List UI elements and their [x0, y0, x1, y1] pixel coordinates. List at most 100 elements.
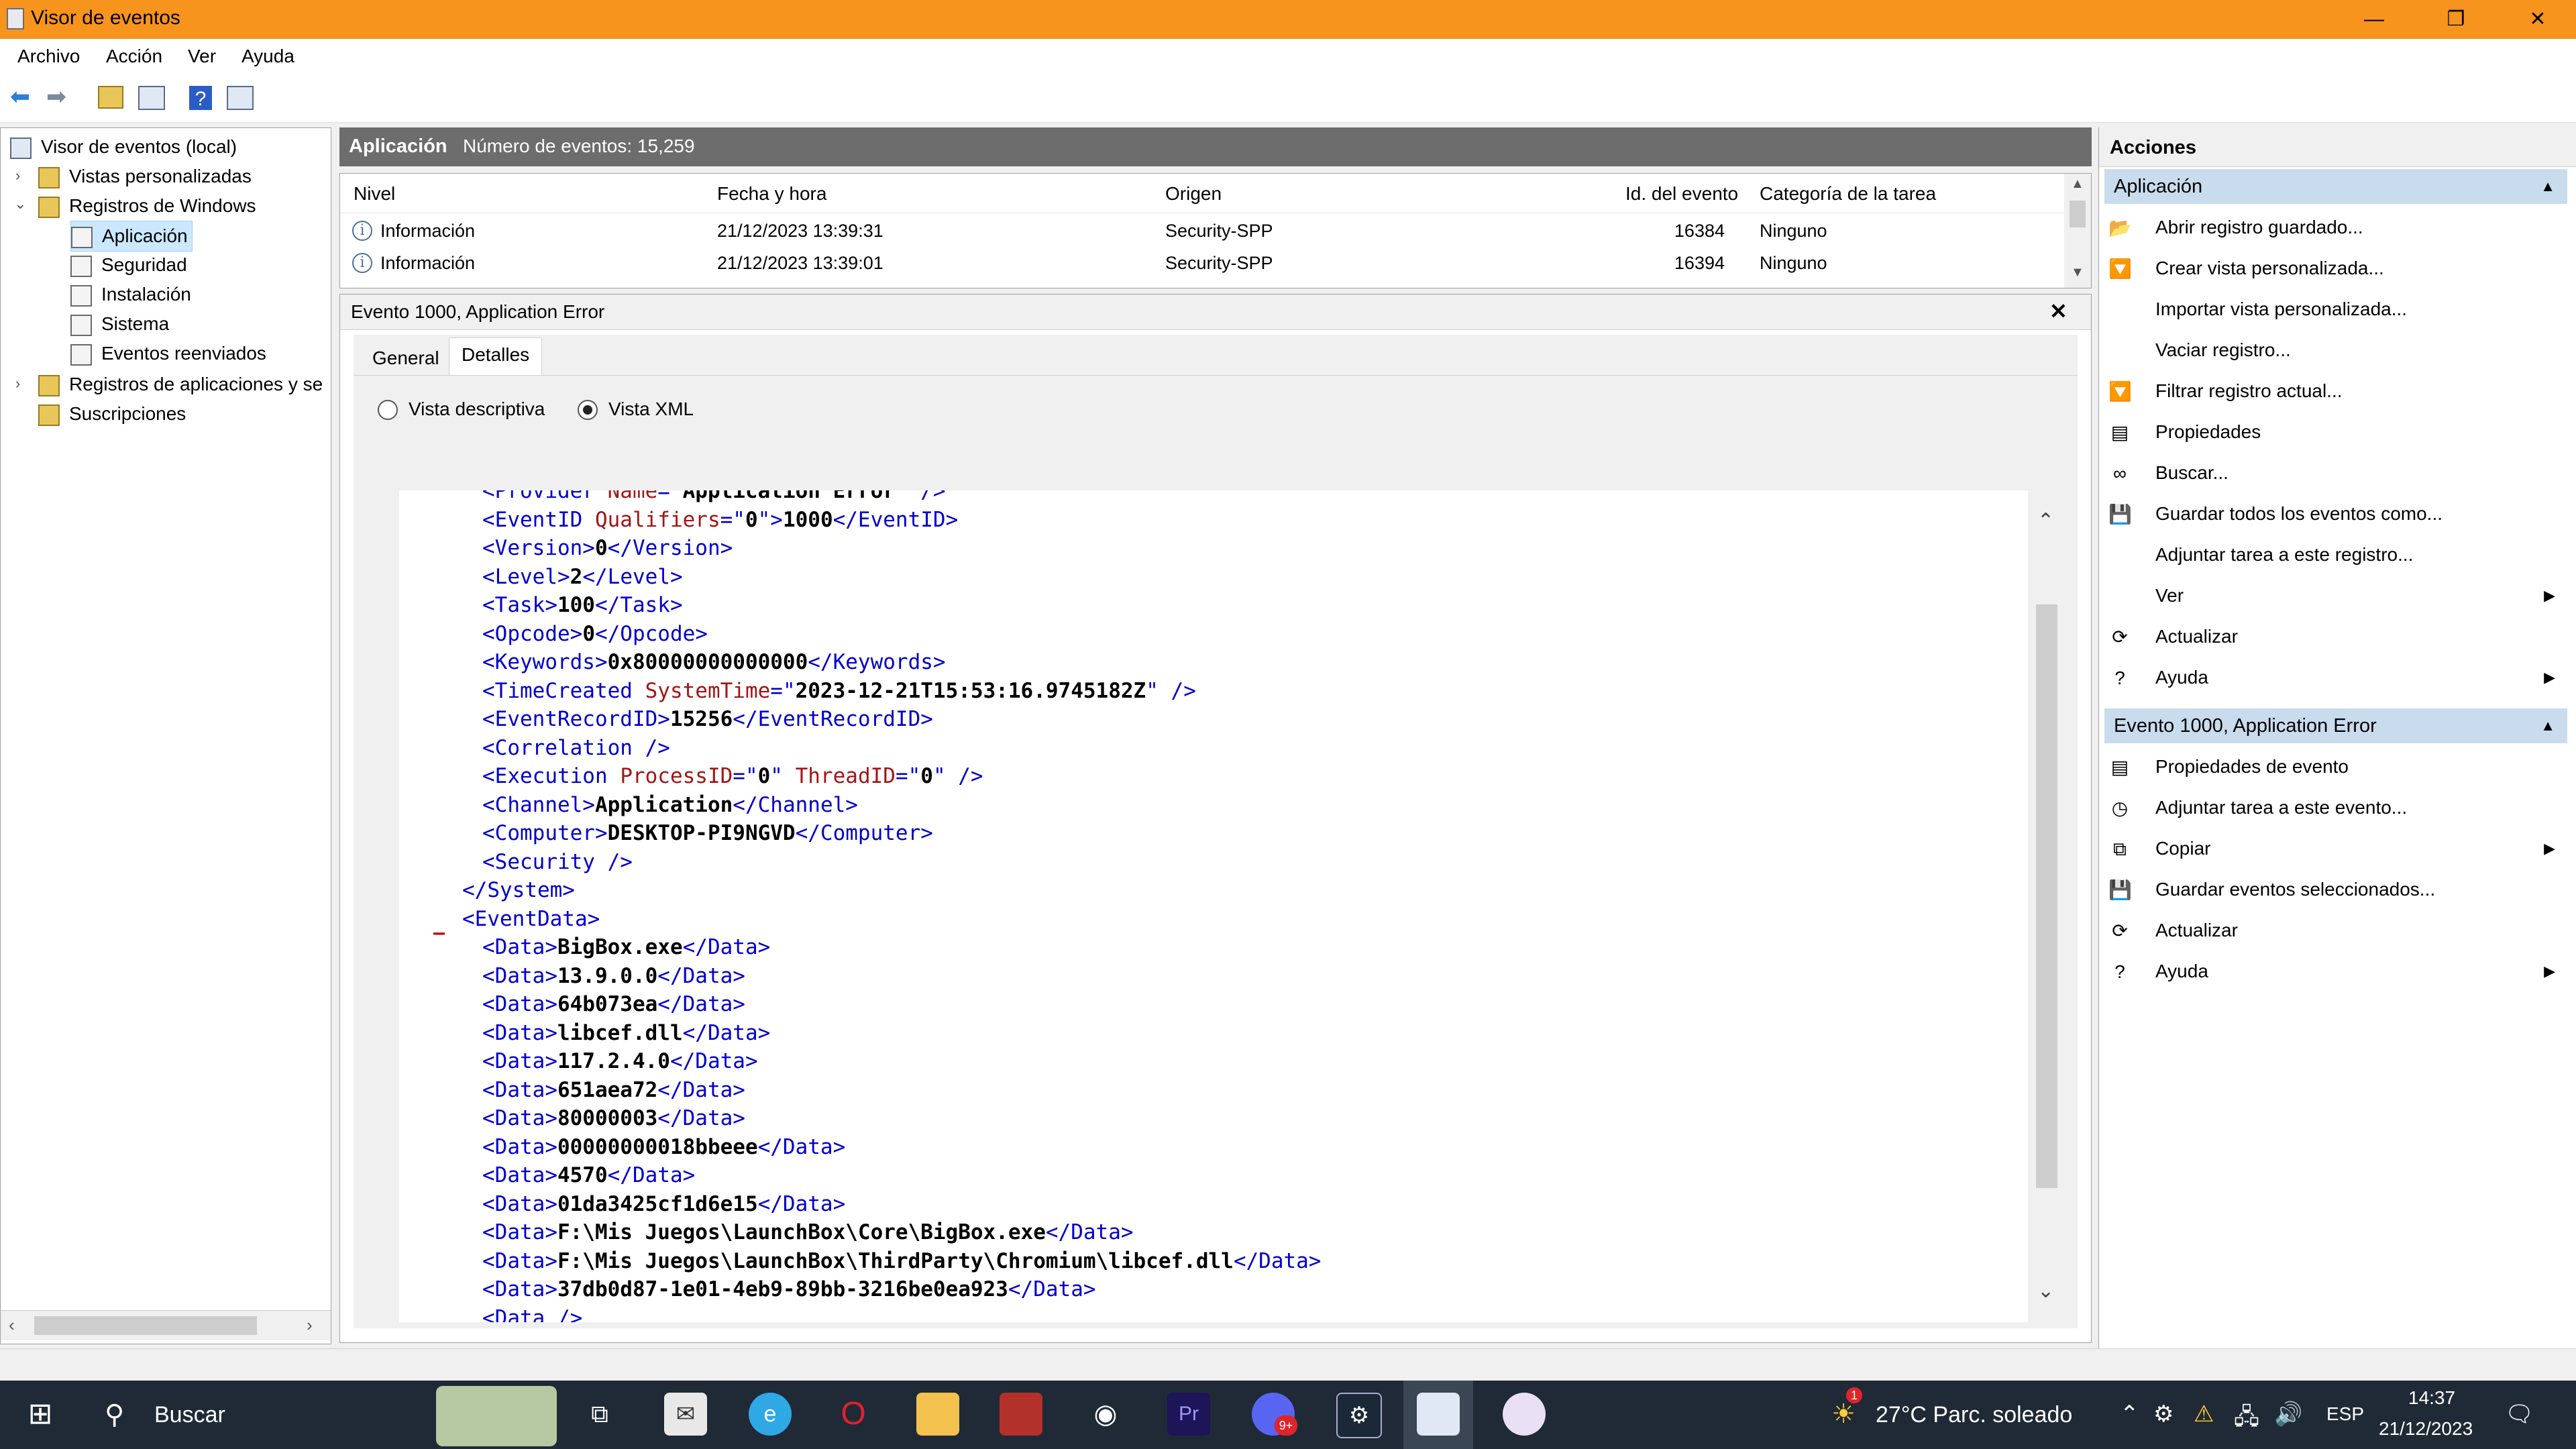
forward-arrow-icon[interactable]: ➡: [43, 83, 70, 110]
language-indicator[interactable]: ESP: [2326, 1403, 2364, 1425]
action-item[interactable]: Importar vista personalizada...: [2099, 290, 2569, 329]
back-arrow-icon[interactable]: ⬅: [7, 83, 34, 110]
table-row[interactable]: i Información 21/12/2023 13:39:01 Securi…: [340, 248, 2064, 280]
action-item[interactable]: 📂 Abrir registro guardado...: [2099, 208, 2569, 247]
clock-time[interactable]: 14:37: [2408, 1387, 2455, 1409]
clock-date[interactable]: 21/12/2023: [2379, 1418, 2473, 1440]
column-header-origen[interactable]: Origen: [1165, 183, 1222, 205]
chevron-right-icon[interactable]: ›: [15, 167, 20, 184]
search-box[interactable]: ⚲ Buscar: [87, 1381, 557, 1449]
chevron-up-icon[interactable]: ⌃: [2037, 509, 2054, 533]
task-view-icon[interactable]: ⧉: [578, 1393, 621, 1436]
action-item[interactable]: Vaciar registro...: [2099, 331, 2569, 370]
action-item[interactable]: Ver ▶: [2099, 576, 2569, 615]
action-item[interactable]: 💾 Guardar eventos seleccionados...: [2099, 870, 2569, 909]
show-hide-console-tree-icon[interactable]: [138, 86, 165, 110]
action-item[interactable]: ⟳ Actualizar: [2099, 911, 2569, 950]
action-item[interactable]: ◷ Adjuntar tarea a este evento...: [2099, 788, 2569, 827]
network-icon[interactable]: 🖧: [2234, 1401, 2259, 1439]
action-item[interactable]: 💾 Guardar todos los eventos como...: [2099, 494, 2569, 533]
close-button[interactable]: ✕: [2501, 0, 2575, 39]
scroll-right-icon[interactable]: ›: [307, 1315, 313, 1336]
actions-section-aplicacion[interactable]: Aplicación ▲: [2104, 169, 2567, 204]
tree-item-app-logs[interactable]: Registros de aplicaciones y se: [38, 370, 323, 399]
weather-text[interactable]: 27°C Parc. soleado: [1876, 1402, 2072, 1428]
collapse-toggle[interactable]: –: [433, 920, 445, 946]
opera-icon[interactable]: O: [832, 1393, 875, 1436]
action-item[interactable]: 🔽 Filtrar registro actual...: [2099, 372, 2569, 411]
action-item[interactable]: ⧉ Copiar ▶: [2099, 829, 2569, 868]
tree-item-eventos-reenviados[interactable]: Eventos reenviados: [70, 339, 266, 368]
scrollbar-thumb[interactable]: [2036, 604, 2057, 1188]
paint-icon[interactable]: [1503, 1393, 1546, 1436]
scrollbar-thumb[interactable]: [2070, 201, 2086, 227]
radio-vista-descriptiva[interactable]: [378, 400, 398, 420]
tree-item-sistema[interactable]: Sistema: [70, 309, 169, 339]
tree-item-custom-views[interactable]: Vistas personalizadas: [38, 162, 252, 191]
scroll-down-icon[interactable]: ▼: [2071, 265, 2084, 280]
xml-vertical-scrollbar[interactable]: ⌃ ⌄: [2028, 490, 2065, 1322]
action-item[interactable]: ⟳ Actualizar: [2099, 617, 2569, 656]
action-item[interactable]: Adjuntar tarea a este registro...: [2099, 535, 2569, 574]
column-header-nivel[interactable]: Nivel: [354, 183, 395, 205]
chevron-right-icon[interactable]: ›: [15, 375, 20, 392]
winrar-icon[interactable]: [1000, 1393, 1042, 1436]
chevron-down-icon[interactable]: ⌄: [14, 195, 26, 213]
action-item[interactable]: ? Ayuda ▶: [2099, 658, 2569, 697]
tray-warning-icon[interactable]: ⚠: [2194, 1401, 2214, 1428]
table-vertical-scrollbar[interactable]: ▲ ▼: [2064, 174, 2091, 288]
tree-item-aplicacion[interactable]: Aplicación: [70, 221, 193, 252]
column-header-fecha[interactable]: Fecha y hora: [717, 183, 826, 205]
tab-general[interactable]: General: [360, 341, 451, 375]
edge-icon[interactable]: e: [749, 1393, 792, 1436]
action-item[interactable]: 🔽 Crear vista personalizada...: [2099, 249, 2569, 288]
action-item[interactable]: ▤ Propiedades de evento: [2099, 747, 2569, 786]
action-item[interactable]: ? Ayuda ▶: [2099, 952, 2569, 991]
tree-item-subscriptions[interactable]: Suscripciones: [38, 399, 186, 429]
menu-accion[interactable]: Acción: [106, 46, 162, 67]
xml-view[interactable]: – <Provider Name="Application Error" /> <…: [399, 490, 2029, 1322]
tree-root[interactable]: Visor de eventos (local): [10, 132, 237, 162]
steam-icon[interactable]: ⚙: [1336, 1393, 1382, 1438]
radio-label-xml[interactable]: Vista XML: [608, 398, 694, 420]
table-row[interactable]: i Información 21/12/2023 13:39:31 Securi…: [340, 215, 2064, 248]
action-item[interactable]: ∞ Buscar...: [2099, 453, 2569, 492]
folder-up-icon[interactable]: [98, 86, 123, 109]
discord-icon[interactable]: 9+: [1252, 1393, 1297, 1436]
scroll-left-icon[interactable]: ‹: [9, 1315, 15, 1336]
action-item[interactable]: ▤ Propiedades: [2099, 413, 2569, 451]
obs-icon[interactable]: ◉: [1084, 1393, 1127, 1436]
chevron-down-icon[interactable]: ⌄: [2037, 1279, 2054, 1303]
actions-section-event[interactable]: Evento 1000, Application Error ▲: [2104, 708, 2567, 743]
steam-tray-icon[interactable]: ⚙: [2153, 1401, 2174, 1428]
scrollbar-thumb[interactable]: [34, 1316, 257, 1335]
event-viewer-taskbar-icon[interactable]: [1417, 1393, 1460, 1436]
tree-item-seguridad[interactable]: Seguridad: [70, 250, 187, 280]
minimize-button[interactable]: —: [2337, 0, 2411, 39]
scroll-up-icon[interactable]: ▲: [2071, 176, 2084, 192]
show-hide-action-pane-icon[interactable]: [227, 86, 254, 110]
tree-item-windows-logs[interactable]: Registros de Windows: [38, 191, 256, 221]
collapse-up-icon[interactable]: ▲: [2540, 708, 2555, 743]
close-detail-button[interactable]: ✕: [2049, 299, 2068, 324]
premiere-icon[interactable]: Pr: [1167, 1393, 1210, 1436]
windows-start-icon[interactable]: ⊞: [19, 1393, 62, 1436]
column-header-categoria[interactable]: Categoría de la tarea: [1760, 183, 1936, 205]
notifications-icon[interactable]: 🗨: [2505, 1401, 2534, 1428]
tree-horizontal-scrollbar[interactable]: ‹ ›: [1, 1310, 331, 1340]
collapse-up-icon[interactable]: ▲: [2540, 169, 2555, 204]
help-icon[interactable]: ?: [189, 86, 212, 110]
maximize-button[interactable]: ❐: [2419, 0, 2493, 39]
menu-ver[interactable]: Ver: [188, 46, 216, 67]
tab-detalles[interactable]: Detalles: [449, 337, 543, 376]
menu-ayuda[interactable]: Ayuda: [241, 46, 294, 67]
radio-vista-xml[interactable]: [578, 400, 598, 420]
chevron-up-icon[interactable]: ⌃: [2120, 1401, 2139, 1428]
volume-icon[interactable]: 🔊: [2274, 1401, 2302, 1428]
menu-archivo[interactable]: Archivo: [17, 46, 80, 67]
tree-item-instalacion[interactable]: Instalación: [70, 280, 191, 309]
column-header-id[interactable]: Id. del evento: [1625, 183, 1738, 205]
radio-label-descriptiva[interactable]: Vista descriptiva: [409, 398, 545, 420]
mail-icon[interactable]: ✉: [664, 1393, 707, 1436]
file-explorer-icon[interactable]: [916, 1393, 959, 1436]
